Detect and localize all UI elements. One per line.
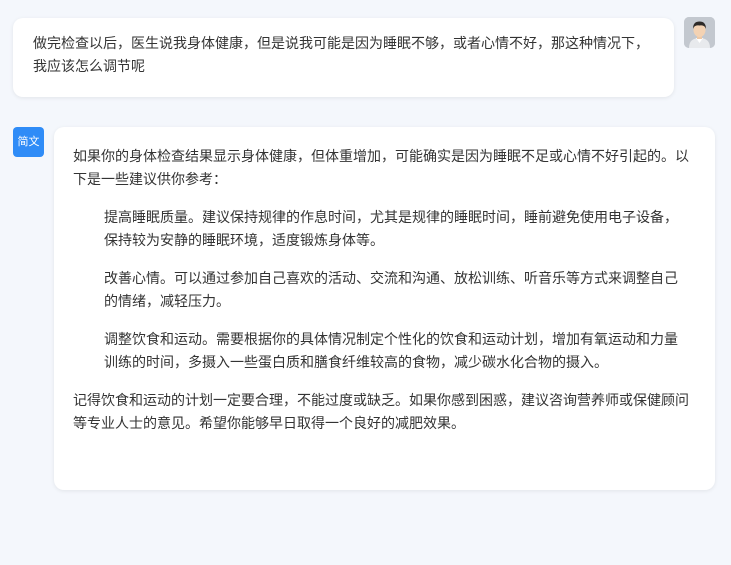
assistant-suggestion-sleep: 提高睡眠质量。建议保持规律的作息时间，尤其是规律的睡眠时间，睡前避免使用电子设备… <box>104 210 678 249</box>
user-message-text: 做完检查以后，医生说我身体健康，但是说我可能是因为睡眠不够，或者心情不好，那这种… <box>33 36 649 75</box>
assistant-closing: 记得饮食和运动的计划一定要合理，不能过度或缺乏。如果你感到困惑，建议咨询营养师或… <box>73 393 689 432</box>
assistant-intro: 如果你的身体检查结果显示身体健康，但体重增加，可能确实是因为睡眠不足或心情不好引… <box>73 149 689 188</box>
assistant-suggestion-mood: 改善心情。可以通过参加自己喜欢的活动、交流和沟通、放松训练、听音乐等方式来调整自… <box>104 271 678 310</box>
user-avatar-graphic <box>684 17 715 48</box>
assistant-badge: 简文 <box>13 127 44 157</box>
assistant-suggestion-diet: 调整饮食和运动。需要根据你的具体情况制定个性化的饮食和运动计划，增加有氧运动和力… <box>104 332 678 371</box>
user-message-bubble: 做完检查以后，医生说我身体健康，但是说我可能是因为睡眠不够，或者心情不好，那这种… <box>13 18 674 97</box>
assistant-message-bubble: 如果你的身体检查结果显示身体健康，但体重增加，可能确实是因为睡眠不足或心情不好引… <box>54 127 715 490</box>
user-avatar-icon[interactable] <box>684 17 715 48</box>
